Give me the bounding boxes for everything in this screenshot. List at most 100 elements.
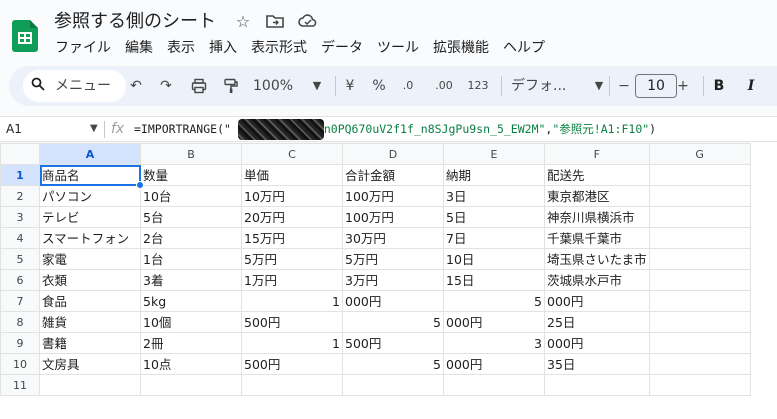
cell-e4[interactable]: 7日 [443,227,545,249]
increase-font-size-button[interactable]: + [675,76,691,96]
cell-g9[interactable] [648,332,751,354]
cell-b4[interactable]: 2台 [140,227,242,249]
row-header-6[interactable]: 6 [0,269,40,291]
sheets-logo-icon[interactable] [12,20,38,52]
cell-f9[interactable]: 000円 [544,332,650,354]
cell-d2[interactable]: 100万円 [342,185,444,207]
cell-e5[interactable]: 10日 [443,248,545,270]
column-header-f[interactable]: F [544,143,650,165]
cell-f8[interactable]: 25日 [544,311,650,333]
cell-e8[interactable]: 000円 [443,311,545,333]
cell-b2[interactable]: 10台 [140,185,242,207]
more-formats-button[interactable]: 123 [467,76,489,96]
menu-tools[interactable]: ツール [376,38,426,58]
column-header-c[interactable]: C [241,143,343,165]
cell-e3[interactable]: 5日 [443,206,545,228]
cell-b11[interactable] [140,374,242,396]
cell-c1[interactable]: 単価 [241,164,343,186]
cell-a1[interactable]: 商品名 [39,164,145,190]
menu-file[interactable]: ファイル [54,38,118,58]
increase-decimal-button[interactable]: .00 [433,76,455,96]
cell-a9[interactable]: 書籍 [39,332,141,354]
decrease-font-size-button[interactable]: − [617,76,631,96]
row-header-5[interactable]: 5 [0,248,40,270]
move-to-folder-icon[interactable] [266,13,284,31]
italic-button[interactable]: I [743,76,759,96]
menu-insert[interactable]: 挿入 [208,38,244,58]
cell-f7[interactable]: 000円 [544,290,650,312]
select-all-corner[interactable] [0,143,40,165]
row-header-2[interactable]: 2 [0,185,40,207]
cell-e11[interactable] [443,374,545,396]
cell-d4[interactable]: 30万円 [342,227,444,249]
cell-d9[interactable]: 500円 [342,332,444,354]
row-header-1[interactable]: 1 [0,164,40,186]
cell-f4[interactable]: 千葉県千葉市 [544,227,650,249]
cell-a10[interactable]: 文房具 [39,353,141,375]
name-box-dropdown-icon[interactable]: ▼ [90,121,98,137]
cell-e9[interactable]: 3 [443,332,545,354]
cell-b5[interactable]: 1台 [140,248,242,270]
cell-f10[interactable]: 35日 [544,353,650,375]
undo-icon[interactable]: ↶ [127,76,145,96]
column-header-a[interactable]: A [39,143,141,165]
cell-a6[interactable]: 衣類 [39,269,141,291]
cell-d10[interactable]: 5 [342,353,444,375]
cell-d7[interactable]: 000円 [342,290,444,312]
bold-button[interactable]: B [711,76,727,96]
cell-g8[interactable] [648,311,751,333]
print-icon[interactable] [189,76,209,96]
cloud-saved-icon[interactable] [298,13,317,31]
cell-c4[interactable]: 15万円 [241,227,343,249]
cell-d1[interactable]: 合計金額 [342,164,444,186]
cell-f2[interactable]: 東京都港区 [544,185,650,207]
cell-e1[interactable]: 納期 [443,164,545,186]
cell-c2[interactable]: 10万円 [241,185,343,207]
search-menus-button[interactable]: メニュー [23,70,126,102]
decrease-decimal-button[interactable]: .0 [399,76,417,96]
paint-format-icon[interactable] [221,76,241,96]
cell-g2[interactable] [648,185,751,207]
column-header-g[interactable]: G [648,143,751,165]
cell-c11[interactable] [241,374,343,396]
cell-g7[interactable] [648,290,751,312]
row-header-7[interactable]: 7 [0,290,40,312]
cell-a8[interactable]: 雑貨 [39,311,141,333]
menu-edit[interactable]: 編集 [124,38,160,58]
star-icon[interactable]: ☆ [234,13,252,31]
cell-e6[interactable]: 15日 [443,269,545,291]
cell-f5[interactable]: 埼玉県さいたま市 [544,248,650,270]
cell-b3[interactable]: 5台 [140,206,242,228]
cell-c5[interactable]: 5万円 [241,248,343,270]
cell-c10[interactable]: 500円 [241,353,343,375]
font-family-select[interactable]: デフォ... [511,76,566,96]
cell-d5[interactable]: 5万円 [342,248,444,270]
currency-format-button[interactable]: ¥ [343,76,357,96]
cell-c9[interactable]: 1 [241,332,343,354]
cell-f6[interactable]: 茨城県水戸市 [544,269,650,291]
row-header-3[interactable]: 3 [0,206,40,228]
zoom-select[interactable]: 100% [253,76,313,96]
font-size-input[interactable]: 10 [635,74,677,98]
menu-extensions[interactable]: 拡張機能 [432,38,496,58]
cell-c6[interactable]: 1万円 [241,269,343,291]
cell-g1[interactable] [648,164,751,186]
cell-e10[interactable]: 000円 [443,353,545,375]
column-header-e[interactable]: E [443,143,545,165]
cell-e2[interactable]: 3日 [443,185,545,207]
font-dropdown-icon[interactable]: ▼ [593,76,605,96]
row-header-10[interactable]: 10 [0,353,40,375]
more-toolbar-button[interactable] [767,76,777,96]
cell-b1[interactable]: 数量 [140,164,242,186]
cell-c8[interactable]: 500円 [241,311,343,333]
name-box[interactable]: A1 [6,121,22,137]
redo-icon[interactable]: ↷ [157,76,175,96]
cell-g6[interactable] [648,269,751,291]
cell-a11[interactable] [39,374,141,396]
cell-a3[interactable]: テレビ [39,206,141,228]
column-header-b[interactable]: B [140,143,242,165]
cell-b6[interactable]: 3着 [140,269,242,291]
cell-e7[interactable]: 5 [443,290,545,312]
cell-a2[interactable]: パソコン [39,185,141,207]
cell-d3[interactable]: 100万円 [342,206,444,228]
